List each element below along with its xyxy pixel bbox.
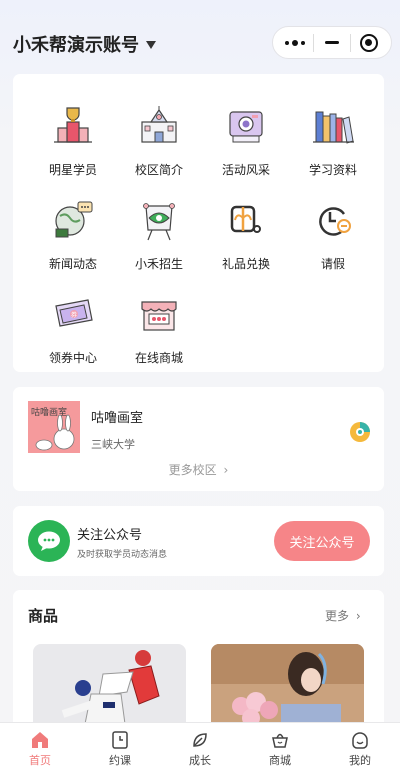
mini-program-capsule — [272, 26, 392, 59]
trophy-icon — [54, 107, 92, 143]
account-switcher[interactable]: 小禾帮演示账号 — [13, 31, 156, 57]
chevron-right-icon: › — [223, 463, 229, 477]
leaf-icon — [193, 733, 207, 747]
grid-item-activities[interactable]: 活动风采 — [201, 102, 291, 178]
capsule-divider — [349, 33, 351, 52]
svg-text:券: 券 — [71, 311, 77, 319]
more-button[interactable] — [280, 31, 310, 55]
product-image-taekwondo[interactable] — [33, 644, 186, 734]
campus-thumbnail[interactable]: 咕噜画室 — [28, 401, 80, 453]
tab-label: 我的 — [349, 754, 371, 767]
caret-down-icon — [146, 41, 156, 49]
more-dots-icon — [285, 39, 306, 46]
follow-title: 关注公众号 — [77, 528, 143, 543]
chevron-right-icon: › — [355, 609, 361, 623]
grid-item-label: 新闻动态 — [48, 257, 97, 271]
grid-item-gift-exchange[interactable]: 礼品兑换 — [201, 196, 291, 272]
grid-item-leave[interactable]: 请假 — [288, 196, 378, 272]
grid-item-online-mall[interactable]: 在线商城 — [114, 290, 204, 366]
grid-item-study-materials[interactable]: 学习资料 — [288, 102, 378, 178]
grid-item-label: 校区简介 — [134, 163, 183, 177]
follow-account-card: 关注公众号 及时获取学员动态消息 关注公众号 — [13, 506, 384, 576]
follow-account-button[interactable]: 关注公众号 — [274, 521, 370, 561]
close-button[interactable] — [354, 31, 384, 55]
goods-more-label: 更多 — [325, 609, 350, 623]
account-title: 小禾帮演示账号 — [13, 35, 139, 56]
feature-grid-card: 明星学员 校区简介 活动风采 学习资料 新闻动态 小禾招生 礼品兑换 请假 券 … — [13, 74, 384, 372]
grid-item-campus-intro[interactable]: 校区简介 — [114, 102, 204, 178]
grid-item-label: 活动风采 — [221, 163, 270, 177]
tab-mall[interactable]: 商城 — [240, 723, 320, 774]
leave-clock-icon — [319, 207, 351, 236]
tab-book-class[interactable]: 约课 — [80, 723, 160, 774]
grid-item-news[interactable]: 新闻动态 — [28, 196, 118, 272]
grid-item-enrollment[interactable]: 小禾招生 — [114, 196, 204, 272]
campus-card: 咕噜画室 咕噜画室 三峡大学 更多校区 › — [13, 387, 384, 491]
school-building-icon — [141, 106, 177, 143]
tab-growth[interactable]: 成长 — [160, 723, 240, 774]
target-close-icon — [359, 33, 378, 52]
home-icon — [32, 732, 48, 748]
coupon-icon: 券 — [55, 299, 93, 327]
tab-home[interactable]: 首页 — [0, 723, 80, 774]
minus-icon — [324, 41, 339, 44]
shop-icon — [141, 301, 177, 331]
grid-item-label: 领券中心 — [48, 351, 97, 365]
grid-item-label: 在线商城 — [134, 351, 183, 365]
capsule-divider — [313, 33, 315, 52]
minimize-button[interactable] — [317, 31, 347, 55]
follow-subtitle: 及时获取学员动态消息 — [77, 550, 168, 560]
grid-item-coupon-center[interactable]: 券 领券中心 — [28, 290, 118, 366]
tab-label: 成长 — [189, 754, 211, 767]
grid-item-label: 小禾招生 — [134, 257, 183, 271]
clock-book-icon — [112, 731, 128, 749]
enroll-board-icon — [143, 203, 175, 241]
bottom-tab-bar: 首页 约课 成长 商城 我的 — [0, 722, 400, 774]
more-campus-link[interactable]: 更多校区 › — [13, 461, 384, 478]
face-icon — [352, 732, 368, 749]
camera-icon — [229, 111, 263, 143]
more-campus-label: 更多校区 — [168, 463, 217, 477]
tab-mine[interactable]: 我的 — [320, 723, 400, 774]
top-bar: 小禾帮演示账号 — [0, 0, 400, 74]
grid-item-label: 学习资料 — [308, 163, 357, 177]
product-image-flowers[interactable] — [211, 644, 364, 734]
tab-label: 约课 — [109, 754, 131, 767]
goods-section: 商品 更多 › — [13, 590, 384, 740]
grid-item-label: 请假 — [320, 257, 345, 271]
grid-item-star-students[interactable]: 明星学员 — [28, 102, 118, 178]
campus-subtitle: 三峡大学 — [91, 438, 135, 451]
campus-name: 咕噜画室 — [91, 411, 144, 426]
grid-item-label: 明星学员 — [48, 163, 97, 177]
basket-icon — [272, 733, 288, 748]
wechat-icon — [28, 520, 70, 562]
books-icon — [313, 111, 354, 144]
gift-icon — [230, 205, 261, 233]
goods-title: 商品 — [28, 607, 59, 625]
location-icon[interactable] — [349, 421, 371, 443]
tab-label: 商城 — [269, 754, 291, 767]
news-globe-icon — [55, 201, 93, 238]
bunny-illustration — [35, 414, 75, 451]
goods-more-link[interactable]: 更多 › — [325, 607, 361, 624]
tab-label: 首页 — [29, 754, 51, 767]
grid-item-label: 礼品兑换 — [221, 257, 270, 271]
